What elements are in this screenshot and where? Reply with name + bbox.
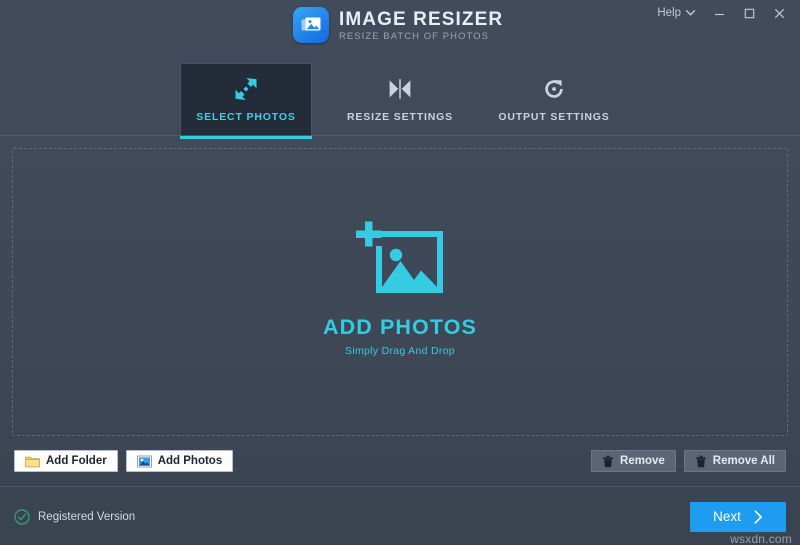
chevron-right-icon <box>754 509 763 524</box>
window-controls: Help <box>648 0 794 26</box>
dropzone-title: ADD PHOTOS <box>323 314 477 339</box>
footer-bar: Registered Version Next wsxdn.com <box>0 486 800 545</box>
trash-icon <box>695 455 706 467</box>
chevron-down-icon <box>686 10 695 16</box>
next-button[interactable]: Next <box>690 501 786 532</box>
close-button[interactable] <box>764 0 794 26</box>
photo-stack-icon <box>301 17 321 31</box>
add-photos-label: Add Photos <box>157 455 223 467</box>
add-photos-button[interactable]: Add Photos <box>125 450 234 472</box>
check-circle-icon <box>14 508 30 525</box>
app-logo <box>293 7 329 43</box>
watermark: wsxdn.com <box>730 532 792 545</box>
action-row: Add Folder Add Photos Remove Remove All <box>12 436 788 486</box>
app-title: IMAGE RESIZER <box>339 8 504 30</box>
app-brand: IMAGE RESIZER RESIZE BATCH OF PHOTOS <box>293 7 503 43</box>
add-photo-icon <box>352 220 448 305</box>
maximize-button[interactable] <box>734 0 764 26</box>
remove-all-button[interactable]: Remove All <box>683 450 786 472</box>
registration-status: Registered Version <box>14 508 136 525</box>
flip-horizontal-icon <box>387 76 413 102</box>
remove-all-label: Remove All <box>712 455 775 467</box>
help-menu-button[interactable]: Help <box>648 0 704 26</box>
maximize-icon <box>744 8 754 18</box>
tab-resize-settings-label: RESIZE SETTINGS <box>346 110 454 123</box>
minimize-button[interactable] <box>704 0 734 26</box>
add-button-group: Add Folder Add Photos <box>14 450 234 472</box>
registration-status-label: Registered Version <box>38 510 136 523</box>
trash-icon <box>603 455 613 467</box>
tab-output-settings[interactable]: OUTPUT SETTINGS <box>488 63 620 135</box>
photo-icon <box>136 455 152 467</box>
next-button-label: Next <box>713 509 741 524</box>
expand-arrows-icon <box>233 76 259 102</box>
remove-label: Remove <box>620 455 665 467</box>
rotate-clockwise-icon <box>541 76 567 102</box>
dropzone-subtitle: Simply Drag And Drop <box>345 344 455 357</box>
tab-select-photos[interactable]: SELECT PHOTOS <box>180 63 312 139</box>
minimize-icon <box>714 13 724 15</box>
title-bar: IMAGE RESIZER RESIZE BATCH OF PHOTOS Hel… <box>0 0 800 56</box>
app-subtitle: RESIZE BATCH OF PHOTOS <box>339 30 489 42</box>
remove-button-group: Remove Remove All <box>591 450 786 472</box>
add-folder-button[interactable]: Add Folder <box>14 450 118 472</box>
help-menu-label: Help <box>657 7 681 19</box>
photo-dropzone[interactable]: ADD PHOTOS Simply Drag And Drop <box>12 148 788 436</box>
main-content: ADD PHOTOS Simply Drag And Drop Add Fold… <box>0 136 800 486</box>
folder-icon <box>25 456 40 467</box>
close-icon <box>774 8 784 18</box>
tab-select-photos-label: SELECT PHOTOS <box>196 111 296 123</box>
image-resizer-window: IMAGE RESIZER RESIZE BATCH OF PHOTOS Hel… <box>0 0 800 545</box>
tab-output-settings-label: OUTPUT SETTINGS <box>498 110 610 123</box>
add-folder-label: Add Folder <box>46 455 107 467</box>
tab-bar: SELECT PHOTOS RESIZE SETTINGS OUTPUT SET… <box>0 56 800 139</box>
remove-button[interactable]: Remove <box>591 450 676 472</box>
tab-resize-settings[interactable]: RESIZE SETTINGS <box>334 63 466 135</box>
